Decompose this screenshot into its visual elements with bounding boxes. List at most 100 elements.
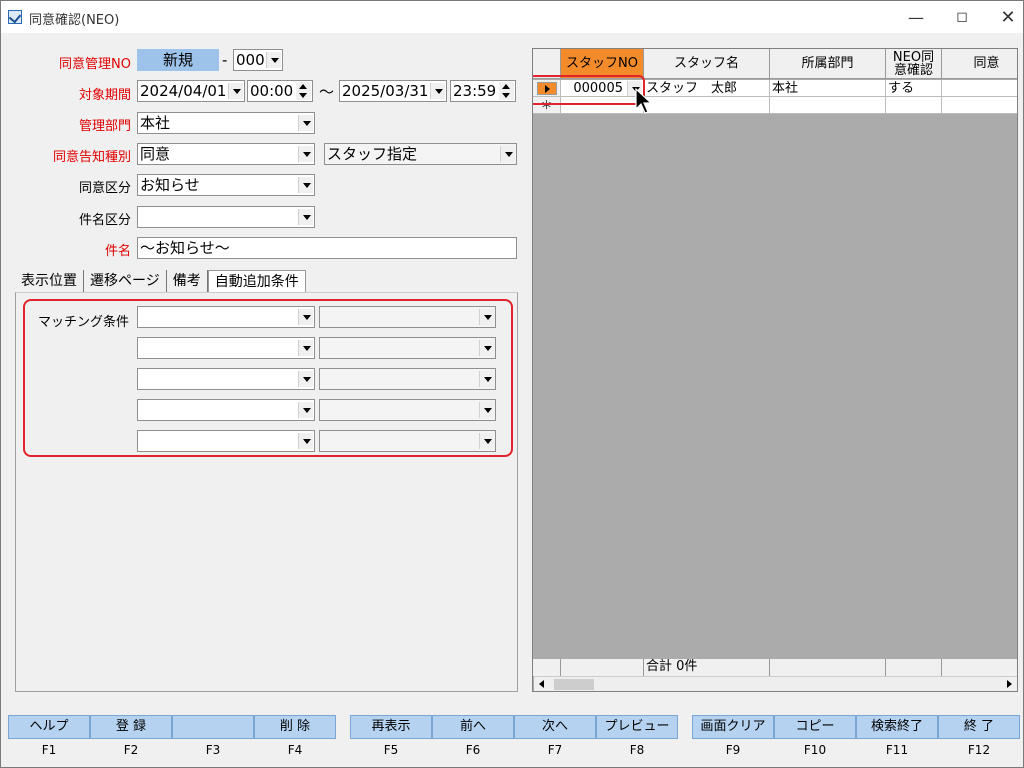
fkey-button-f11[interactable]: 検索終了	[856, 715, 938, 739]
grid-cell-agree[interactable]	[942, 80, 1017, 97]
fkey-f10: コピー F10	[774, 715, 856, 761]
chevron-down-icon[interactable]	[479, 402, 494, 418]
grid-header-staff-name[interactable]: スタッフ名	[644, 49, 770, 79]
category-label: 同意区分	[78, 181, 131, 196]
highlight-frame-staff-no	[533, 75, 645, 105]
grid-footer-cell	[561, 659, 644, 676]
chevron-down-icon[interactable]	[266, 52, 281, 68]
chevron-down-icon[interactable]	[298, 340, 313, 356]
grid-new-cell[interactable]	[942, 97, 1017, 114]
chevron-down-icon[interactable]	[298, 209, 313, 225]
chevron-down-icon[interactable]	[298, 433, 313, 449]
agreement-no-dash: -	[222, 51, 228, 69]
window-title: 同意確認(NEO)	[29, 13, 120, 28]
matching-condition-select[interactable]	[137, 399, 315, 421]
fkey-label: F2	[123, 743, 139, 757]
fkey-button-f10[interactable]: コピー	[774, 715, 856, 739]
chevron-down-icon[interactable]	[298, 309, 313, 325]
close-icon[interactable]: ✕	[985, 1, 1024, 33]
period-start-time-value: 00:00	[250, 82, 294, 100]
fkey-button-f3[interactable]	[172, 715, 254, 739]
chevron-down-icon[interactable]	[479, 340, 494, 356]
fkey-label: F11	[885, 743, 909, 757]
matching-value-select[interactable]	[319, 368, 496, 390]
fkey-button-f5[interactable]: 再表示	[350, 715, 432, 739]
category-select[interactable]: お知らせ	[137, 174, 315, 196]
grid-cell-dept[interactable]: 本社	[770, 80, 886, 97]
spinner-icon[interactable]	[296, 82, 311, 100]
matching-label: マッチング条件	[37, 315, 129, 330]
period-end-date-select[interactable]: 2025/03/31	[339, 80, 447, 102]
period-label: 対象期間	[78, 88, 131, 103]
chevron-down-icon[interactable]	[228, 83, 243, 99]
chevron-down-icon[interactable]	[298, 115, 313, 131]
grid-cell-neo-confirm[interactable]: する	[886, 80, 942, 97]
fkey-button-f2[interactable]: 登 録	[90, 715, 172, 739]
scroll-thumb[interactable]	[554, 679, 594, 690]
fkey-button-f9[interactable]: 画面クリア	[692, 715, 774, 739]
notice-type-label: 同意告知種別	[52, 150, 131, 165]
grid-header-neo-confirm[interactable]: NEO同 意確認	[886, 49, 942, 79]
chevron-down-icon[interactable]	[298, 177, 313, 193]
dept-value: 本社	[140, 114, 171, 132]
fkey-button-f1[interactable]: ヘルプ	[8, 715, 90, 739]
matching-value-select[interactable]	[319, 306, 496, 328]
chevron-down-icon[interactable]	[479, 309, 494, 325]
fkey-button-f7[interactable]: 次へ	[514, 715, 596, 739]
dept-label: 管理部門	[78, 119, 131, 134]
chevron-down-icon[interactable]	[298, 371, 313, 387]
notice-type-select[interactable]: 同意	[137, 143, 315, 165]
fkey-f2: 登 録 F2	[90, 715, 172, 761]
fkey-f3: F3	[172, 715, 254, 761]
chevron-down-icon[interactable]	[479, 371, 494, 387]
chevron-down-icon[interactable]	[479, 433, 494, 449]
scroll-right-icon[interactable]	[1001, 677, 1017, 691]
subject-type-select[interactable]	[137, 206, 315, 228]
matching-condition-select[interactable]	[137, 430, 315, 452]
period-start-date-select[interactable]: 2024/04/01	[137, 80, 245, 102]
tab-display-position[interactable]: 表示位置	[15, 270, 84, 292]
grid-new-cell[interactable]	[644, 97, 770, 114]
horizontal-scrollbar[interactable]	[534, 676, 1017, 691]
staff-grid[interactable]: スタッフNO スタッフ名 所属部門 NEO同 意確認 同意 000005 スタッ…	[532, 48, 1018, 692]
chevron-down-icon[interactable]	[430, 83, 445, 99]
grid-footer-cell	[886, 659, 942, 676]
period-separator: ～	[319, 83, 335, 101]
matching-condition-select[interactable]	[137, 306, 315, 328]
fkey-f1: ヘルプ F1	[8, 715, 90, 761]
fkey-button-f4[interactable]: 削 除	[254, 715, 336, 739]
maximize-icon[interactable]: ◻	[939, 1, 985, 33]
staff-spec-value: スタッフ指定	[327, 145, 418, 163]
fkey-button-f8[interactable]: プレビュー	[596, 715, 678, 739]
scroll-left-icon[interactable]	[534, 677, 550, 691]
matching-condition-select[interactable]	[137, 368, 315, 390]
grid-cell-staff-name[interactable]: スタッフ 太郎	[644, 80, 770, 97]
chevron-down-icon[interactable]	[500, 146, 515, 162]
period-end-time-spinner[interactable]: 23:59	[450, 80, 516, 102]
period-end-time-value: 23:59	[453, 82, 497, 100]
fkey-button-f12[interactable]: 終 了	[938, 715, 1020, 739]
grid-header-agree[interactable]: 同意	[942, 49, 1017, 79]
tab-remarks[interactable]: 備考	[167, 270, 208, 292]
spinner-icon[interactable]	[499, 82, 514, 100]
grid-new-cell[interactable]	[770, 97, 886, 114]
app-icon	[8, 10, 22, 24]
fkey-label: F6	[465, 743, 481, 757]
subject-input[interactable]: ～お知らせ～	[137, 237, 517, 259]
matching-value-select[interactable]	[319, 430, 496, 452]
dept-select[interactable]: 本社	[137, 112, 315, 134]
fkey-button-f6[interactable]: 前へ	[432, 715, 514, 739]
matching-condition-select[interactable]	[137, 337, 315, 359]
chevron-down-icon[interactable]	[298, 146, 313, 162]
period-start-time-spinner[interactable]: 00:00	[247, 80, 313, 102]
grid-header-dept[interactable]: 所属部門	[770, 49, 886, 79]
minimize-icon[interactable]: —	[893, 1, 939, 33]
matching-value-select[interactable]	[319, 337, 496, 359]
tab-auto-add-conditions[interactable]: 自動追加条件	[207, 270, 306, 292]
grid-new-cell[interactable]	[886, 97, 942, 114]
staff-spec-select[interactable]: スタッフ指定	[324, 143, 517, 165]
chevron-down-icon[interactable]	[298, 402, 313, 418]
agreement-no-suffix-select[interactable]: 000	[233, 49, 283, 71]
tab-transition-page[interactable]: 遷移ページ	[84, 270, 167, 292]
matching-value-select[interactable]	[319, 399, 496, 421]
